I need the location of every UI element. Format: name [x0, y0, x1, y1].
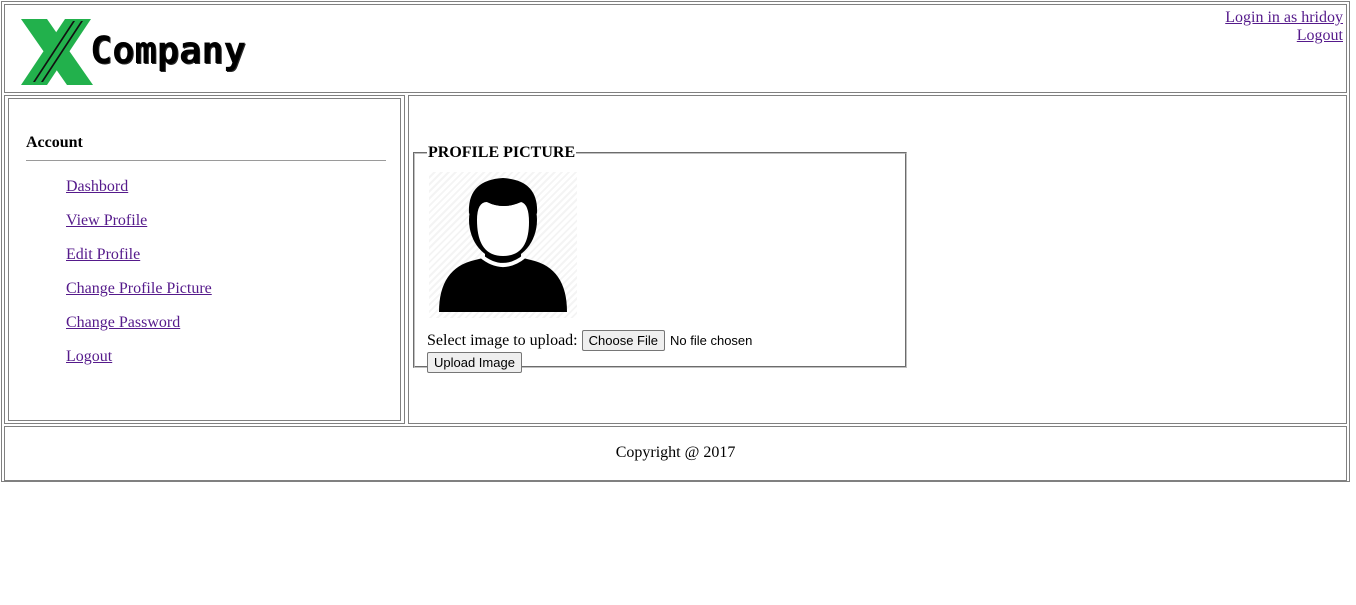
header-logout-link[interactable]: Logout: [1225, 27, 1343, 45]
profile-picture: [429, 172, 577, 318]
sidebar-item-edit-profile: Edit Profile: [66, 246, 212, 280]
sidebar-link-dashboard[interactable]: Dashbord: [66, 178, 128, 195]
logo-text: Company: [90, 29, 246, 72]
sidebar: Account Dashbord View Profile Edit Profi…: [4, 95, 405, 424]
sidebar-panel: Account Dashbord View Profile Edit Profi…: [8, 98, 401, 421]
upload-prompt: Select image to upload:: [427, 331, 578, 349]
header: Company Login in as hridoy Logout: [4, 4, 1347, 93]
choose-file-button[interactable]: Choose File: [581, 330, 665, 351]
upload-image-button[interactable]: Upload Image: [427, 352, 522, 373]
no-file-status: No file chosen: [670, 333, 753, 348]
footer: Copyright @ 2017: [4, 426, 1347, 481]
sidebar-link-logout[interactable]: Logout: [66, 348, 112, 365]
sidebar-title: Account: [26, 134, 83, 151]
company-logo: Company: [21, 19, 261, 85]
x-logo-icon: [21, 19, 93, 85]
copyright-text: Copyright @ 2017: [615, 444, 736, 461]
sidebar-nav: Dashbord View Profile Edit Profile Chang…: [66, 178, 212, 382]
sidebar-item-logout: Logout: [66, 348, 212, 382]
sidebar-link-edit-profile[interactable]: Edit Profile: [66, 246, 140, 263]
user-links: Login in as hridoy Logout: [1225, 9, 1343, 45]
sidebar-link-change-profile-picture[interactable]: Change Profile Picture: [66, 280, 212, 297]
sidebar-item-change-password: Change Password: [66, 314, 212, 348]
sidebar-item-change-profile-picture: Change Profile Picture: [66, 280, 212, 314]
sidebar-link-view-profile[interactable]: View Profile: [66, 212, 147, 229]
logged-in-user-link[interactable]: Login in as hridoy: [1225, 9, 1343, 27]
upload-row: Select image to upload: Choose File No f…: [427, 330, 752, 351]
profile-picture-fieldset: PROFILE PICTURE Select image to upload: …: [413, 144, 907, 373]
sidebar-divider: [26, 160, 386, 161]
main-content: PROFILE PICTURE Select image to upload: …: [408, 95, 1347, 424]
user-silhouette-icon: [439, 178, 567, 312]
sidebar-item-dashboard: Dashbord: [66, 178, 212, 212]
fieldset-legend: PROFILE PICTURE: [428, 144, 576, 161]
sidebar-link-change-password[interactable]: Change Password: [66, 314, 180, 331]
sidebar-item-view-profile: View Profile: [66, 212, 212, 246]
page-layout-table: Company Login in as hridoy Logout Accoun…: [1, 1, 1350, 482]
